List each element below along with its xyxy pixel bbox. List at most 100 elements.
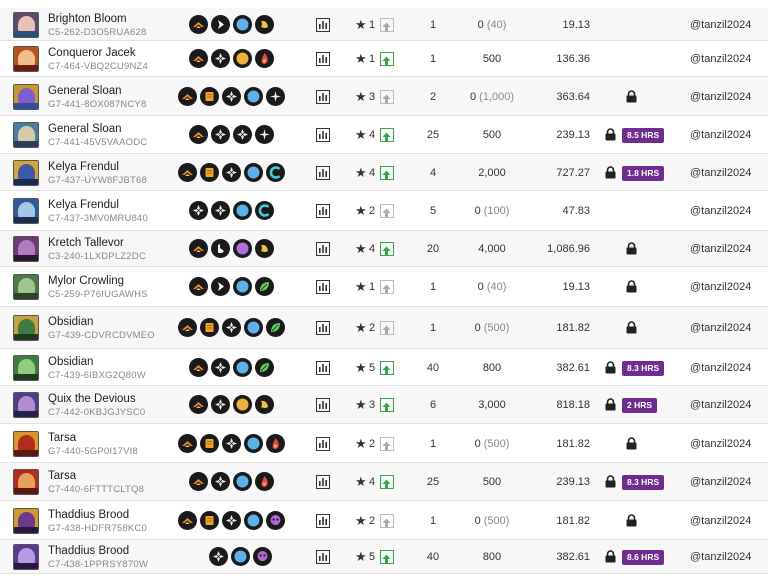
diamond-cross-icon[interactable] (222, 510, 241, 530)
diamond-cross-icon[interactable] (211, 357, 230, 377)
flame-chevron-icon[interactable] (178, 86, 197, 106)
green-leaf-icon[interactable] (255, 277, 274, 296)
card-name[interactable]: Thaddius Brood (48, 545, 129, 557)
level-up-icon[interactable] (380, 17, 394, 32)
orange-scroll-icon[interactable] (200, 86, 219, 106)
table-row[interactable]: Obsidian G7-439-CDVRCDVMEO ★ 2 1 0 (500) 181.8… (0, 307, 768, 349)
owner-name[interactable]: @tanzil2024 (690, 476, 751, 488)
level-up-icon[interactable] (380, 436, 394, 451)
diamond-cross-icon[interactable] (211, 472, 230, 491)
card-thumbnail[interactable] (13, 11, 39, 38)
owner-name[interactable]: @tanzil2024 (690, 322, 751, 334)
blue-circle-icon[interactable] (244, 433, 263, 453)
flame-chevron-icon[interactable] (178, 433, 197, 453)
green-leaf-icon[interactable] (255, 357, 274, 377)
flame-chevron-icon[interactable] (189, 14, 208, 34)
card-name[interactable]: Quix the Devious (48, 393, 136, 405)
stats-chart-icon[interactable] (316, 280, 330, 294)
card-thumbnail[interactable] (13, 274, 39, 300)
white-hand-icon[interactable] (211, 239, 230, 258)
yellow-dodge-icon[interactable] (255, 395, 274, 414)
table-row[interactable]: Obsidian C7-439-6IBXG2Q80W ★ 5 40 800 382.61 8.… (0, 349, 768, 386)
card-name[interactable]: Obsidian (48, 316, 93, 328)
level-up-icon[interactable] (380, 242, 394, 256)
owner-name[interactable]: @tanzil2024 (690, 515, 751, 527)
card-name[interactable]: Kelya Frendul (48, 161, 119, 173)
stats-chart-icon[interactable] (316, 513, 330, 528)
diamond-cross-icon[interactable] (222, 318, 241, 337)
card-thumbnail[interactable] (13, 46, 39, 72)
white-star-icon[interactable] (266, 86, 285, 106)
diamond-cross-icon[interactable] (211, 125, 230, 144)
flame-chevron-icon[interactable] (189, 277, 208, 296)
flame-chevron-icon[interactable] (189, 239, 208, 258)
diamond-cross-icon[interactable] (233, 125, 252, 144)
stats-chart-icon[interactable] (316, 398, 330, 412)
blue-circle-icon[interactable] (233, 277, 252, 296)
owner-name[interactable]: @tanzil2024 (690, 19, 751, 31)
card-name[interactable]: General Sloan (48, 85, 122, 97)
card-thumbnail[interactable] (13, 236, 39, 262)
owner-name[interactable]: @tanzil2024 (690, 167, 751, 179)
card-thumbnail[interactable] (13, 392, 39, 418)
card-name[interactable]: Obsidian (48, 356, 93, 368)
red-flame-icon[interactable] (266, 433, 285, 453)
stats-chart-icon[interactable] (316, 128, 330, 142)
flame-chevron-icon[interactable] (189, 49, 208, 68)
diamond-cross-icon[interactable] (222, 433, 241, 453)
card-thumbnail[interactable] (13, 507, 39, 534)
cyan-arc-icon[interactable] (266, 162, 285, 182)
stats-chart-icon[interactable] (316, 475, 330, 489)
diamond-cross-icon[interactable] (222, 86, 241, 106)
stats-chart-icon[interactable] (316, 17, 330, 32)
card-name[interactable]: Tarsa (48, 432, 76, 444)
table-row[interactable]: Tarsa C7-440-6FTTTCLTQ8 ★ 4 25 500 239.13 8.3 H… (0, 463, 768, 501)
blue-circle-icon[interactable] (233, 472, 252, 491)
owner-name[interactable]: @tanzil2024 (690, 205, 751, 217)
diamond-cross-icon[interactable] (211, 395, 230, 414)
table-row[interactable]: General Sloan C7-441-45V5VAAODC ★ 4 25 500 239… (0, 116, 768, 154)
table-row[interactable]: Quix the Devious C7-442-0KBJGJYSC0 ★ 3 6 3,00… (0, 386, 768, 424)
diamond-cross-icon[interactable] (189, 201, 208, 220)
owner-name[interactable]: @tanzil2024 (690, 243, 751, 255)
level-up-icon[interactable] (380, 165, 394, 180)
white-star-icon[interactable] (255, 125, 274, 144)
orange-circle-icon[interactable] (233, 395, 252, 414)
card-thumbnail[interactable] (13, 159, 39, 186)
arrow-right-icon[interactable] (211, 14, 230, 34)
stats-chart-icon[interactable] (316, 436, 330, 451)
orange-scroll-icon[interactable] (200, 510, 219, 530)
flame-chevron-icon[interactable] (178, 318, 197, 337)
blue-circle-icon[interactable] (233, 357, 252, 377)
table-row[interactable]: Thaddius Brood G7-438-HDFR758KC0 ★ 2 1 0 (500… (0, 501, 768, 540)
card-name[interactable]: Brighton Bloom (48, 13, 127, 25)
table-row[interactable]: General Sloan G7-441-8OX087NCY8 ★ 3 2 0 (1,00… (0, 77, 768, 116)
owner-name[interactable]: @tanzil2024 (690, 281, 751, 293)
diamond-cross-icon[interactable] (209, 547, 228, 566)
table-row[interactable]: Tarsa G7-440-5GP0I17VI8 ★ 2 1 0 (500) 181.82 @t… (0, 424, 768, 463)
card-name[interactable]: Tarsa (48, 470, 76, 482)
orange-scroll-icon[interactable] (200, 162, 219, 182)
level-up-icon[interactable] (380, 513, 394, 528)
blue-circle-icon[interactable] (244, 162, 263, 182)
card-thumbnail[interactable] (13, 469, 39, 495)
purple-skull-icon[interactable] (253, 547, 272, 566)
blue-circle-icon[interactable] (231, 547, 250, 566)
level-up-icon[interactable] (380, 128, 394, 142)
card-name[interactable]: Kelya Frendul (48, 199, 119, 211)
stats-chart-icon[interactable] (316, 204, 330, 218)
table-row[interactable]: Mylor Crowling C5-259-P76IUGAWHS ★ 1 1 0 (40)… (0, 267, 768, 307)
card-thumbnail[interactable] (13, 122, 39, 148)
level-up-icon[interactable] (380, 204, 394, 218)
blue-circle-icon[interactable] (244, 86, 263, 106)
stats-chart-icon[interactable] (316, 321, 330, 335)
orange-circle-icon[interactable] (233, 49, 252, 68)
owner-name[interactable]: @tanzil2024 (690, 399, 751, 411)
table-row[interactable]: Brighton Bloom C5-262-D3O5RUA628 ★ 1 1 0 (40)… (0, 8, 768, 41)
level-up-icon[interactable] (380, 475, 394, 489)
level-up-icon[interactable] (380, 89, 394, 104)
orange-scroll-icon[interactable] (200, 433, 219, 453)
yellow-dodge-icon[interactable] (255, 14, 274, 34)
card-thumbnail[interactable] (13, 544, 39, 570)
stats-chart-icon[interactable] (316, 165, 330, 180)
